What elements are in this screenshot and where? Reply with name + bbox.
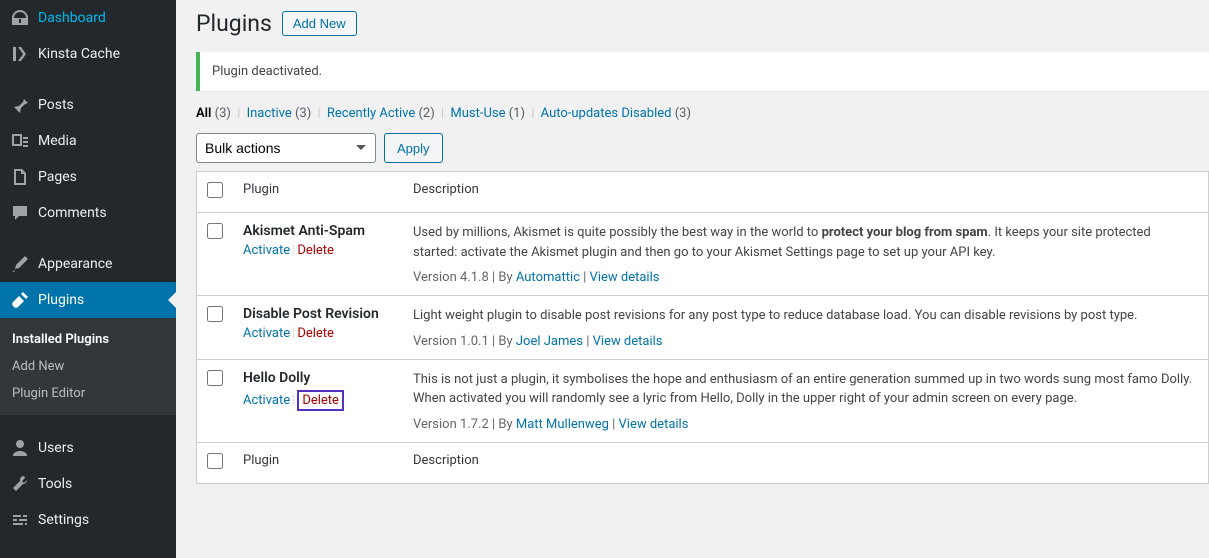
admin-sidebar: Dashboard Kinsta Cache Posts Media Pages Comm… (0, 0, 176, 558)
sidebar-item-label: Kinsta Cache (38, 46, 120, 62)
sidebar-item-posts[interactable]: Posts (0, 87, 176, 123)
col-plugin-header[interactable]: Plugin (233, 172, 403, 213)
plugins-table: Plugin Description Akismet Anti-Spam Acti… (196, 171, 1209, 484)
sidebar-item-plugins[interactable]: Plugins (0, 282, 176, 318)
sidebar-item-media[interactable]: Media (0, 123, 176, 159)
plugin-name: Disable Post Revision (243, 306, 393, 322)
sidebar-item-comments[interactable]: Comments (0, 195, 176, 231)
sidebar-item-kinsta-cache[interactable]: Kinsta Cache (0, 36, 176, 72)
filter-count: (2) (418, 106, 434, 121)
sidebar-item-users[interactable]: Users (0, 430, 176, 466)
plug-icon (10, 290, 30, 310)
media-icon (10, 131, 30, 151)
filter-count: (3) (295, 106, 311, 121)
sidebar-item-label: Tools (38, 476, 72, 492)
plugin-row: Akismet Anti-SpamActivate|DeleteUsed by … (197, 213, 1209, 296)
wrench-icon (10, 474, 30, 494)
activate-link[interactable]: Activate (243, 393, 290, 408)
view-details-link[interactable]: View details (590, 270, 660, 285)
plugin-row: Disable Post RevisionActivate|DeleteLigh… (197, 296, 1209, 360)
main-content: Plugins Add New Plugin deactivated. All … (176, 0, 1209, 558)
notice-success: Plugin deactivated. (196, 52, 1209, 91)
filter-inactive[interactable]: Inactive (247, 106, 295, 121)
add-new-button[interactable]: Add New (282, 11, 357, 36)
author-link[interactable]: Automattic (516, 270, 580, 285)
filter-all[interactable]: All (196, 106, 215, 121)
comment-icon (10, 203, 30, 223)
delete-link[interactable]: Delete (297, 326, 334, 341)
sidebar-item-label: Settings (38, 512, 89, 528)
pin-icon (10, 95, 30, 115)
delete-link[interactable]: Delete (297, 243, 334, 258)
sidebar-item-label: Posts (38, 97, 74, 113)
sidebar-item-label: Dashboard (38, 10, 106, 26)
view-details-link[interactable]: View details (619, 417, 689, 432)
filter-recently-active[interactable]: Recently Active (327, 106, 419, 121)
user-icon (10, 438, 30, 458)
view-details-link[interactable]: View details (593, 334, 663, 349)
plugins-submenu: Installed PluginsAdd NewPlugin Editor (0, 318, 176, 415)
sliders-icon (10, 510, 30, 530)
sidebar-item-dashboard[interactable]: Dashboard (0, 0, 176, 36)
submenu-item-plugin-editor[interactable]: Plugin Editor (0, 380, 176, 407)
author-link[interactable]: Joel James (516, 334, 583, 349)
activate-link[interactable]: Activate (243, 326, 290, 341)
dashboard-icon (10, 8, 30, 28)
plugin-row: Hello DollyActivate|DeleteThis is not ju… (197, 359, 1209, 442)
sidebar-item-label: Appearance (38, 256, 112, 272)
author-link[interactable]: Matt Mullenweg (516, 417, 609, 432)
filter-count: (3) (215, 106, 231, 121)
filter-auto-updates-disabled[interactable]: Auto-updates Disabled (541, 106, 675, 121)
plugin-name: Hello Dolly (243, 370, 393, 386)
filter-count: (3) (675, 106, 691, 121)
activate-link[interactable]: Activate (243, 243, 290, 258)
submenu-item-installed-plugins[interactable]: Installed Plugins (0, 326, 176, 353)
plugin-checkbox[interactable] (207, 223, 223, 239)
select-all-checkbox[interactable] (207, 182, 223, 198)
plugin-name: Akismet Anti-Spam (243, 223, 393, 239)
sidebar-item-label: Pages (38, 169, 77, 185)
plugin-checkbox[interactable] (207, 306, 223, 322)
col-description-footer[interactable]: Description (403, 442, 1209, 483)
plugin-description: This is not just a plugin, it symbolises… (413, 370, 1198, 409)
notice-text: Plugin deactivated. (212, 64, 322, 79)
filter-count: (1) (509, 106, 525, 121)
sidebar-item-label: Media (38, 133, 77, 149)
col-plugin-footer[interactable]: Plugin (233, 442, 403, 483)
page-icon (10, 167, 30, 187)
sidebar-item-label: Users (38, 440, 74, 456)
filter-must-use[interactable]: Must-Use (450, 106, 508, 121)
plugin-meta: Version 4.1.8 | By Automattic | View det… (413, 270, 1198, 285)
sidebar-item-appearance[interactable]: Appearance (0, 246, 176, 282)
bulk-actions-select[interactable]: Bulk actions (196, 133, 376, 163)
page-title: Plugins (196, 10, 272, 37)
sidebar-item-settings[interactable]: Settings (0, 502, 176, 538)
plugin-checkbox[interactable] (207, 370, 223, 386)
col-description-header[interactable]: Description (403, 172, 1209, 213)
sidebar-item-pages[interactable]: Pages (0, 159, 176, 195)
sidebar-item-label: Plugins (38, 292, 84, 308)
select-all-checkbox-footer[interactable] (207, 453, 223, 469)
delete-link[interactable]: Delete (297, 390, 344, 411)
submenu-item-add-new[interactable]: Add New (0, 353, 176, 380)
brush-icon (10, 254, 30, 274)
plugin-description: Used by millions, Akismet is quite possi… (413, 223, 1198, 262)
apply-button[interactable]: Apply (384, 133, 443, 163)
sidebar-item-tools[interactable]: Tools (0, 466, 176, 502)
plugin-description: Light weight plugin to disable post revi… (413, 306, 1198, 326)
sidebar-item-label: Comments (38, 205, 107, 221)
plugin-meta: Version 1.7.2 | By Matt Mullenweg | View… (413, 417, 1198, 432)
plugin-filters: All (3) | Inactive (3) | Recently Active… (196, 106, 1209, 121)
kinsta-icon (10, 44, 30, 64)
plugin-meta: Version 1.0.1 | By Joel James | View det… (413, 334, 1198, 349)
